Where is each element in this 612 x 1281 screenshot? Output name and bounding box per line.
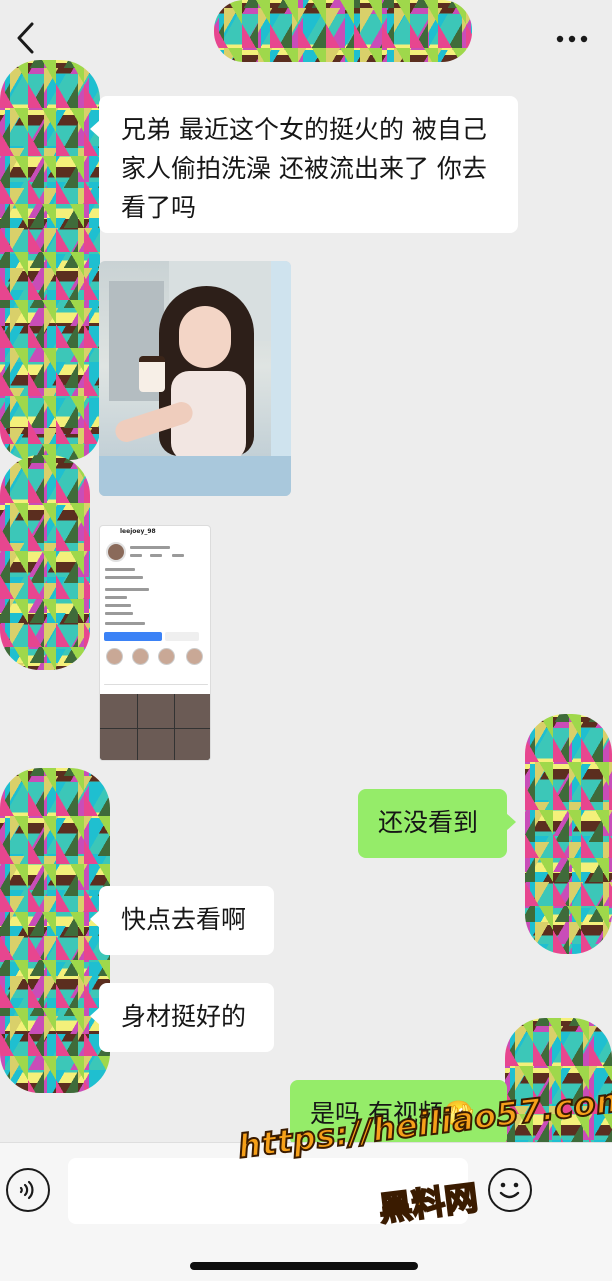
outgoing-message-bubble[interactable]: 还没看到 — [358, 789, 516, 858]
message-text: 快点去看啊 — [121, 905, 247, 934]
home-indicator — [190, 1262, 418, 1270]
profile-avatar — [106, 542, 126, 562]
censor-mosaic-avatar-3 — [0, 768, 110, 1093]
more-dots-icon[interactable] — [552, 24, 592, 54]
message-text: 还没看到 — [378, 808, 479, 837]
censor-mosaic-avatar-1 — [0, 60, 100, 460]
message-text: 兄弟 最近这个女的挺火的 被自己家人偷拍洗澡 还被流出来了 你去看了吗 — [121, 115, 487, 222]
incoming-message-bubble[interactable]: 快点去看啊 — [90, 886, 274, 955]
incoming-message-bubble[interactable]: 身材挺好的 — [90, 983, 274, 1052]
back-chevron-icon[interactable] — [8, 16, 42, 60]
censor-mosaic-title — [214, 0, 472, 62]
censor-mosaic-avatar-4 — [525, 714, 612, 954]
profile-screenshot-message[interactable]: leejoey_98 — [99, 525, 211, 761]
incoming-message-bubble[interactable]: 兄弟 最近这个女的挺火的 被自己家人偷拍洗澡 还被流出来了 你去看了吗 — [90, 96, 518, 233]
message-text: 身材挺好的 — [121, 1002, 247, 1031]
censor-mosaic-avatar-2 — [0, 455, 90, 670]
profile-username: leejoey_98 — [120, 528, 156, 535]
voice-icon[interactable] — [6, 1168, 50, 1212]
photo-message[interactable] — [99, 261, 291, 496]
